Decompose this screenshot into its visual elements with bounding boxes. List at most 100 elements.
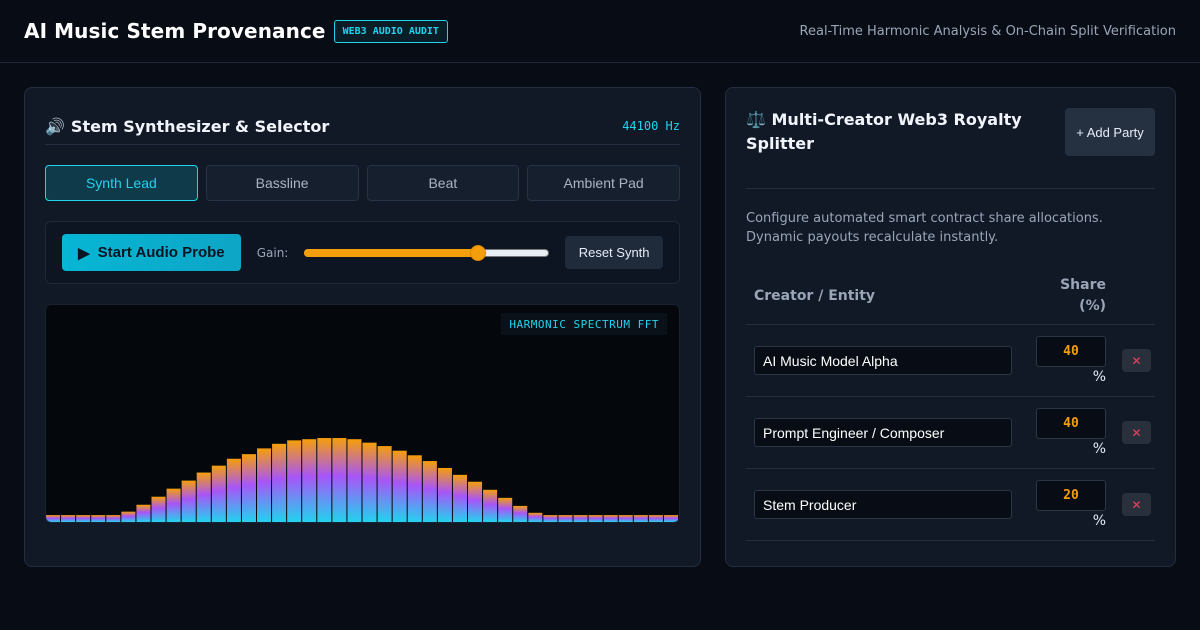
spectrum-bar xyxy=(347,439,362,522)
tab-synth-lead[interactable]: Synth Lead xyxy=(45,165,198,201)
spectrum-bar xyxy=(528,512,543,522)
party-share-input[interactable]: 20 xyxy=(1036,480,1106,511)
spectrum-bar xyxy=(226,458,241,522)
royalty-table: Creator / Entity Share (%) AI Music Mode… xyxy=(746,267,1155,541)
spectrum-bar xyxy=(588,515,603,522)
remove-party-button[interactable]: ✕ xyxy=(1122,421,1151,444)
tab-bassline[interactable]: Bassline xyxy=(205,165,359,201)
spectrum-bar xyxy=(46,515,61,522)
close-icon: ✕ xyxy=(1131,425,1142,440)
close-icon: ✕ xyxy=(1131,353,1142,368)
spectrum-visualizer: HARMONIC SPECTRUM FFT xyxy=(45,304,680,523)
spectrum-bar xyxy=(106,515,121,522)
spectrum-bar xyxy=(91,515,106,522)
splitter-title-text: Multi-Creator Web3 Royalty Splitter xyxy=(746,110,1022,153)
add-party-button[interactable]: + Add Party xyxy=(1065,108,1155,156)
spectrum-bar xyxy=(377,446,392,522)
spectrum-bar xyxy=(317,438,332,522)
spectrum-bar xyxy=(468,481,483,522)
stem-tabs: Synth Lead Bassline Beat Ambient Pad xyxy=(45,165,680,201)
synth-controls: ▶ Start Audio Probe Gain: Reset Synth xyxy=(45,221,680,284)
party-action-cell: ✕ xyxy=(1106,493,1155,516)
spectrum-bar xyxy=(241,454,256,522)
spectrum-bar xyxy=(392,450,407,522)
table-row: Stem Producer 20 % ✕ xyxy=(746,469,1155,541)
col-share-header-text: Share (%) xyxy=(1060,276,1106,314)
spectrum-label: HARMONIC SPECTRUM FFT xyxy=(501,313,667,335)
party-name-input[interactable]: Prompt Engineer / Composer xyxy=(754,418,1012,447)
royalty-splitter-panel: ⚖️ Multi-Creator Web3 Royalty Splitter +… xyxy=(725,87,1176,567)
table-header-row: Creator / Entity Share (%) xyxy=(746,267,1155,325)
synth-title-text: Stem Synthesizer & Selector xyxy=(70,116,330,136)
remove-party-button[interactable]: ✕ xyxy=(1122,493,1151,516)
spectrum-bar xyxy=(618,515,633,522)
party-action-cell: ✕ xyxy=(1106,349,1155,372)
spectrum-bar xyxy=(362,442,377,522)
col-creator-header: Creator / Entity xyxy=(754,287,876,304)
party-name-cell: Prompt Engineer / Composer xyxy=(746,418,1032,447)
percent-sign: % xyxy=(1092,441,1106,457)
audit-badge: WEB3 AUDIO AUDIT xyxy=(333,19,448,43)
synth-panel-title: 🔊 Stem Synthesizer & Selector xyxy=(45,117,329,136)
party-name-input[interactable]: Stem Producer xyxy=(754,490,1012,519)
close-icon: ✕ xyxy=(1131,497,1142,512)
spectrum-bar xyxy=(196,472,211,522)
spectrum-bar xyxy=(257,448,272,522)
spectrum-bar xyxy=(633,515,648,522)
synth-panel-header: 🔊 Stem Synthesizer & Selector 44100 Hz xyxy=(45,108,680,145)
header-brand: AI Music Stem Provenance WEB3 AUDIO AUDI… xyxy=(24,19,448,43)
splitter-description: Configure automated smart contract share… xyxy=(746,211,1103,245)
table-row: AI Music Model Alpha 40 % ✕ xyxy=(746,325,1155,397)
spectrum-bar xyxy=(76,515,91,522)
speaker-icon: 🔊 xyxy=(45,116,65,136)
spectrum-bar xyxy=(498,497,513,522)
spectrum-bar xyxy=(483,489,498,522)
remove-party-button[interactable]: ✕ xyxy=(1122,349,1151,372)
spectrum-bar xyxy=(558,515,573,522)
gain-slider[interactable] xyxy=(304,244,550,261)
percent-sign: % xyxy=(1092,513,1106,529)
spectrum-bar xyxy=(437,467,452,522)
spectrum-bar xyxy=(513,505,528,522)
spectrum-bar xyxy=(543,515,558,522)
party-share-cell: 40 % xyxy=(1032,408,1106,457)
spectrum-bar xyxy=(166,488,181,522)
spectrum-bar xyxy=(121,511,136,522)
spectrum-bar xyxy=(287,440,302,522)
party-action-cell: ✕ xyxy=(1106,421,1155,444)
table-row: Prompt Engineer / Composer 40 % ✕ xyxy=(746,397,1155,469)
party-share-cell: 20 % xyxy=(1032,480,1106,529)
spectrum-bar xyxy=(573,515,588,522)
start-audio-probe-button[interactable]: ▶ Start Audio Probe xyxy=(62,234,241,271)
party-share-input[interactable]: 40 xyxy=(1036,336,1106,367)
party-name-cell: Stem Producer xyxy=(746,490,1032,519)
tab-beat[interactable]: Beat xyxy=(366,165,520,201)
spectrum-bar xyxy=(302,439,317,522)
tab-ambient-pad[interactable]: Ambient Pad xyxy=(527,165,680,201)
spectrum-bar xyxy=(136,504,151,522)
col-share-header: Share (%) xyxy=(1032,275,1106,317)
reset-synth-button[interactable]: Reset Synth xyxy=(565,236,663,269)
splitter-panel-header: ⚖️ Multi-Creator Web3 Royalty Splitter +… xyxy=(746,108,1155,189)
spectrum-bar xyxy=(61,515,76,522)
spectrum-bar xyxy=(151,496,166,522)
spectrum-bars xyxy=(46,438,678,522)
spectrum-bar xyxy=(272,443,287,522)
spectrum-bar xyxy=(211,465,226,522)
stem-synth-panel: 🔊 Stem Synthesizer & Selector 44100 Hz S… xyxy=(24,87,701,567)
party-name-input[interactable]: AI Music Model Alpha xyxy=(754,346,1012,375)
app-header: AI Music Stem Provenance WEB3 AUDIO AUDI… xyxy=(0,0,1200,63)
gain-slider-thumb[interactable] xyxy=(469,244,486,261)
sample-rate: 44100 Hz xyxy=(622,119,680,133)
scales-icon: ⚖️ xyxy=(746,110,766,129)
party-share-input[interactable]: 40 xyxy=(1036,408,1106,439)
start-button-label: Start Audio Probe xyxy=(97,244,225,261)
spectrum-bar xyxy=(603,515,618,522)
gain-label: Gain: xyxy=(256,245,289,260)
party-name-cell: AI Music Model Alpha xyxy=(746,346,1032,375)
spectrum-bar xyxy=(663,515,678,522)
header-subtitle: Real-Time Harmonic Analysis & On-Chain S… xyxy=(799,23,1176,39)
gain-slider-fill xyxy=(304,248,478,257)
spectrum-bar xyxy=(422,461,437,522)
play-icon: ▶ xyxy=(78,244,90,262)
